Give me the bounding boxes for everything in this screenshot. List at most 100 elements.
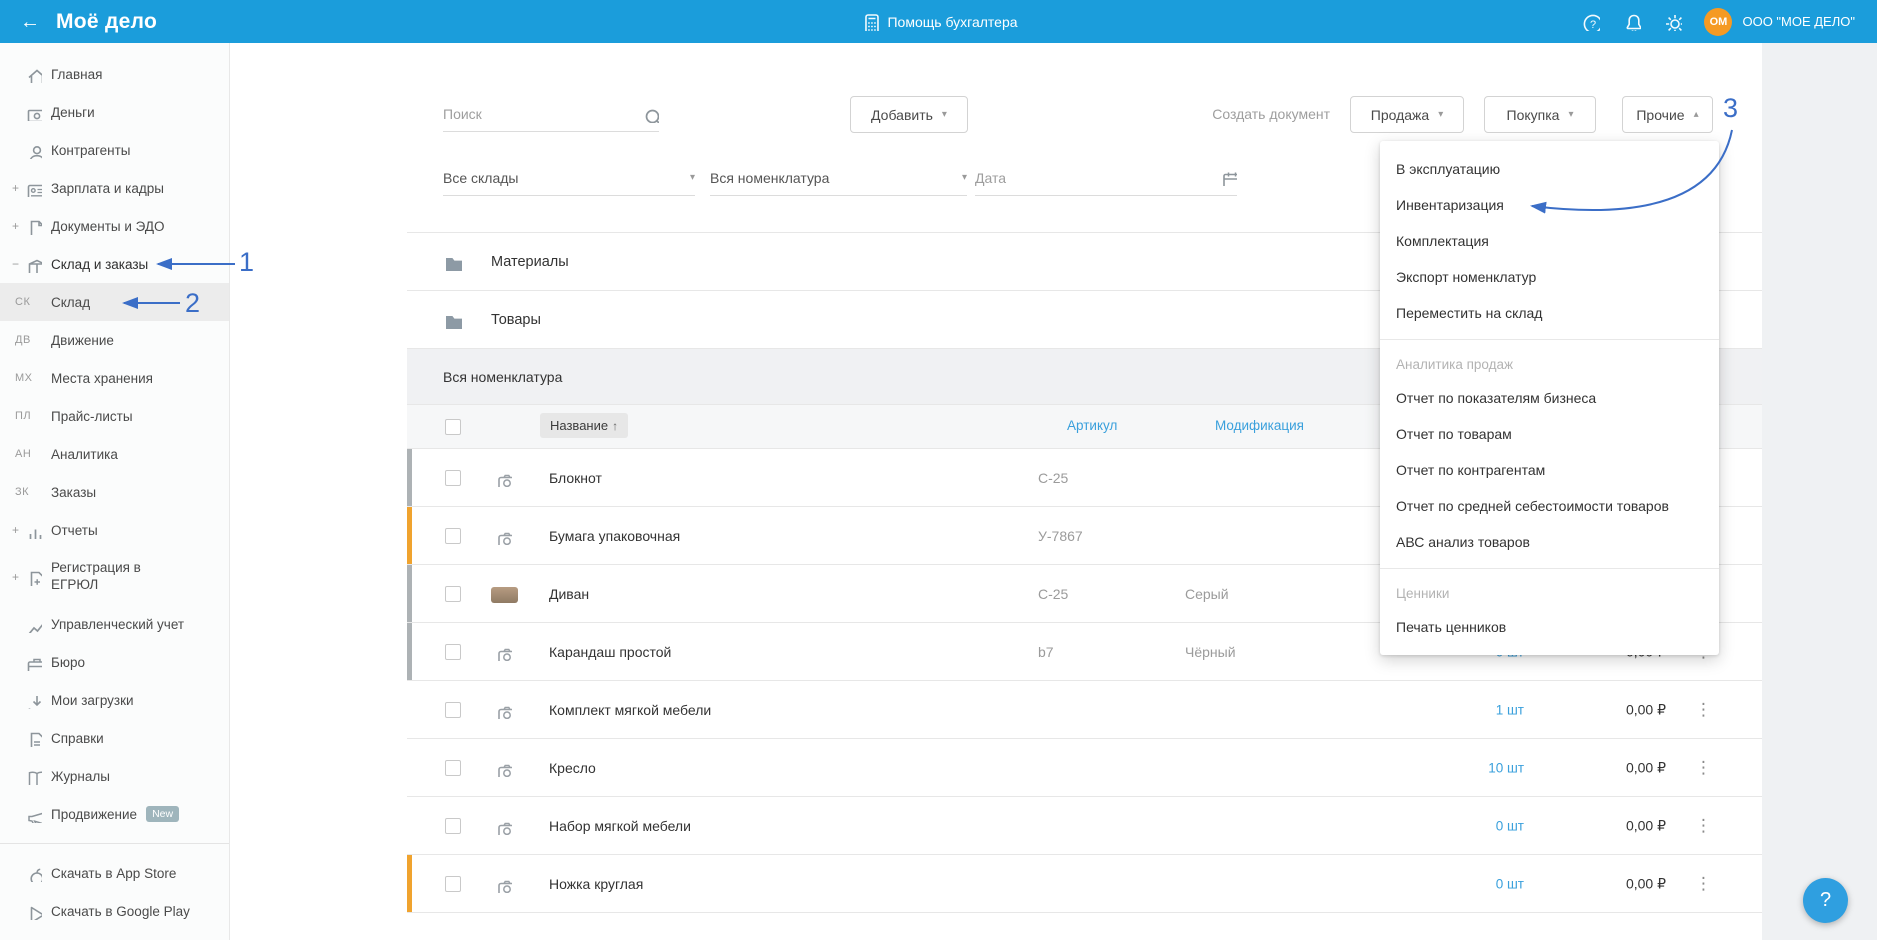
menu-item-eksport-nomenklatur[interactable]: Экспорт номенклатур — [1380, 259, 1719, 295]
column-header-modification[interactable]: Модификация — [1215, 418, 1304, 433]
collapse-icon[interactable]: − — [12, 257, 25, 271]
column-header-sku[interactable]: Артикул — [1067, 418, 1117, 433]
row-checkbox[interactable] — [445, 760, 461, 776]
row-checkbox[interactable] — [445, 470, 461, 486]
promotion-icon — [28, 811, 42, 823]
back-arrow-icon[interactable]: ← — [20, 12, 40, 32]
row-status-indicator — [407, 565, 412, 622]
sidebar-item-dvizhenie[interactable]: ДВ Движение — [0, 321, 229, 359]
briefcase-icon — [27, 658, 42, 671]
calendar-icon — [1223, 171, 1237, 186]
camera-icon — [498, 764, 512, 777]
sidebar-item-registratsiya-v-egryul[interactable]: + Регистрация в ЕГРЮЛ — [0, 549, 229, 605]
stock-qty-link[interactable]: 1 шт — [1412, 702, 1524, 717]
menu-item-otchet-po-tovaram[interactable]: Отчет по товарам — [1380, 416, 1719, 452]
home-icon — [28, 69, 42, 83]
row-menu-icon[interactable]: ⋮ — [1695, 758, 1712, 778]
stock-qty-link[interactable]: 0 шт — [1412, 818, 1524, 833]
menu-item-abc-analiz-tovarov[interactable]: АВС анализ товаров — [1380, 524, 1719, 560]
contacts-icon — [29, 145, 42, 159]
date-filter[interactable]: Дата — [975, 160, 1237, 196]
google-play-icon — [30, 906, 42, 920]
sidebar-item-prodvizhenie[interactable]: Продвижение New — [0, 795, 229, 833]
sidebar-item-zarplata-i-kadry[interactable]: + Зарплата и кадры — [0, 169, 229, 207]
calculator-icon — [864, 14, 879, 31]
sidebar-item-otchety[interactable]: + Отчеты — [0, 511, 229, 549]
row-checkbox[interactable] — [445, 586, 461, 602]
expand-icon[interactable]: + — [12, 523, 25, 537]
product-photo — [491, 587, 518, 603]
sidebar-item-mesta-khraneniya[interactable]: МХ Места хранения — [0, 359, 229, 397]
sidebar-item-app-store[interactable]: Скачать в App Store — [0, 854, 229, 892]
sidebar-item-prays-listy[interactable]: ПЛ Прайс-листы — [0, 397, 229, 435]
row-menu-icon[interactable]: ⋮ — [1695, 700, 1712, 720]
accountant-help-link[interactable]: Помощь бухгалтера — [859, 12, 1018, 31]
row-checkbox[interactable] — [445, 876, 461, 892]
sale-button[interactable]: Продажа ▾ — [1350, 96, 1464, 133]
chevron-down-icon: ▾ — [1438, 109, 1444, 120]
expand-icon[interactable]: + — [12, 181, 25, 195]
menu-item-otchet-po-kontragentam[interactable]: Отчет по контрагентам — [1380, 452, 1719, 488]
row-checkbox[interactable] — [445, 702, 461, 718]
support-fab[interactable]: ? — [1803, 878, 1848, 923]
sidebar-item-moi-zagruzki[interactable]: Мои загрузки — [0, 681, 229, 719]
row-checkbox[interactable] — [445, 644, 461, 660]
warehouse-filter[interactable]: Все склады ▾ — [443, 160, 695, 196]
search-icon[interactable] — [642, 106, 659, 123]
stock-qty-link[interactable]: 10 шт — [1412, 760, 1524, 775]
row-checkbox[interactable] — [445, 528, 461, 544]
sidebar-item-dokumenty-i-edo[interactable]: + Документы и ЭДО — [0, 207, 229, 245]
row-menu-icon[interactable]: ⋮ — [1695, 816, 1712, 836]
sidebar-item-spravki[interactable]: Справки — [0, 719, 229, 757]
purchase-button[interactable]: Покупка ▾ — [1484, 96, 1596, 133]
sidebar-item-google-play[interactable]: Скачать в Google Play — [0, 892, 229, 930]
table-row[interactable]: Набор мягкой мебели 0 шт 0,00 ₽ ⋮ — [407, 796, 1762, 854]
gear-icon[interactable] — [1663, 12, 1683, 31]
expand-icon[interactable]: + — [12, 219, 25, 233]
organization-name[interactable]: ООО "МОЕ ДЕЛО" — [1742, 14, 1855, 29]
sidebar-item-dengi[interactable]: Деньги — [0, 93, 229, 131]
sidebar-divider — [0, 843, 229, 844]
sidebar-item-analitika[interactable]: АН Аналитика — [0, 435, 229, 473]
table-row[interactable]: Ножка круглая 0 шт 0,00 ₽ ⋮ — [407, 854, 1762, 912]
select-all-checkbox[interactable] — [445, 419, 461, 435]
expand-icon[interactable]: + — [12, 570, 25, 584]
menu-item-otchet-po-pokazatelyam-biznesa[interactable]: Отчет по показателям бизнеса — [1380, 380, 1719, 416]
sidebar-item-glavnaya[interactable]: Главная — [0, 55, 229, 93]
topbar: ← Моё дело Помощь бухгалтера ОМ ООО "МОЕ… — [0, 0, 1877, 43]
table-row[interactable]: Комплект мягкой мебели 1 шт 0,00 ₽ ⋮ — [407, 680, 1762, 738]
table-row[interactable]: Кресло 10 шт 0,00 ₽ ⋮ — [407, 738, 1762, 796]
menu-item-inventarizatsiya[interactable]: Инвентаризация — [1380, 187, 1719, 223]
stock-qty-link[interactable]: 0 шт — [1412, 876, 1524, 891]
accountant-help-label: Помощь бухгалтера — [887, 13, 1018, 30]
sidebar-item-sklad-i-zakazy[interactable]: − Склад и заказы — [0, 245, 229, 283]
menu-item-pechat-tsennikov[interactable]: Печать ценников — [1380, 609, 1719, 645]
sidebar-item-kontragenty[interactable]: Контрагенты — [0, 131, 229, 169]
nomenclature-filter[interactable]: Вся номенклатура ▾ — [710, 160, 967, 196]
row-menu-icon[interactable]: ⋮ — [1695, 874, 1712, 894]
sidebar-item-upravlencheskiy-uchet[interactable]: Управленческий учет — [0, 605, 229, 643]
certificates-icon — [30, 732, 42, 747]
sidebar-item-zhurnaly[interactable]: Журналы — [0, 757, 229, 795]
sidebar-item-zakazy[interactable]: ЗК Заказы — [0, 473, 229, 511]
menu-item-v-ekspluatatsiyu[interactable]: В эксплуатацию — [1380, 151, 1719, 187]
menu-group-header-analitika-prodazh: Аналитика продаж — [1396, 356, 1514, 372]
row-status-indicator — [407, 507, 412, 564]
sidebar-item-byuro[interactable]: Бюро — [0, 643, 229, 681]
help-icon[interactable] — [1581, 12, 1601, 31]
menu-item-otchet-po-sredney-sebestoimosti[interactable]: Отчет по средней себестоимости товаров — [1380, 488, 1719, 524]
add-button[interactable]: Добавить ▾ — [850, 96, 968, 133]
sidebar-item-sklad[interactable]: СК Склад — [0, 283, 229, 321]
row-checkbox[interactable] — [445, 818, 461, 834]
app-window: ← Моё дело Помощь бухгалтера ОМ ООО "МОЕ… — [0, 0, 1877, 940]
new-badge: New — [146, 806, 180, 822]
column-header-name[interactable]: Название ↑ — [540, 413, 629, 438]
bell-icon[interactable] — [1622, 12, 1642, 31]
camera-icon — [498, 822, 512, 835]
avatar[interactable]: ОМ — [1704, 7, 1733, 36]
menu-item-komplektatsiya[interactable]: Комплектация — [1380, 223, 1719, 259]
other-button[interactable]: Прочие ▴ — [1622, 96, 1713, 133]
search-input[interactable] — [443, 106, 628, 122]
menu-item-peremestit-na-sklad[interactable]: Переместить на склад — [1380, 295, 1719, 331]
app-logo[interactable]: Моё дело — [56, 10, 157, 34]
